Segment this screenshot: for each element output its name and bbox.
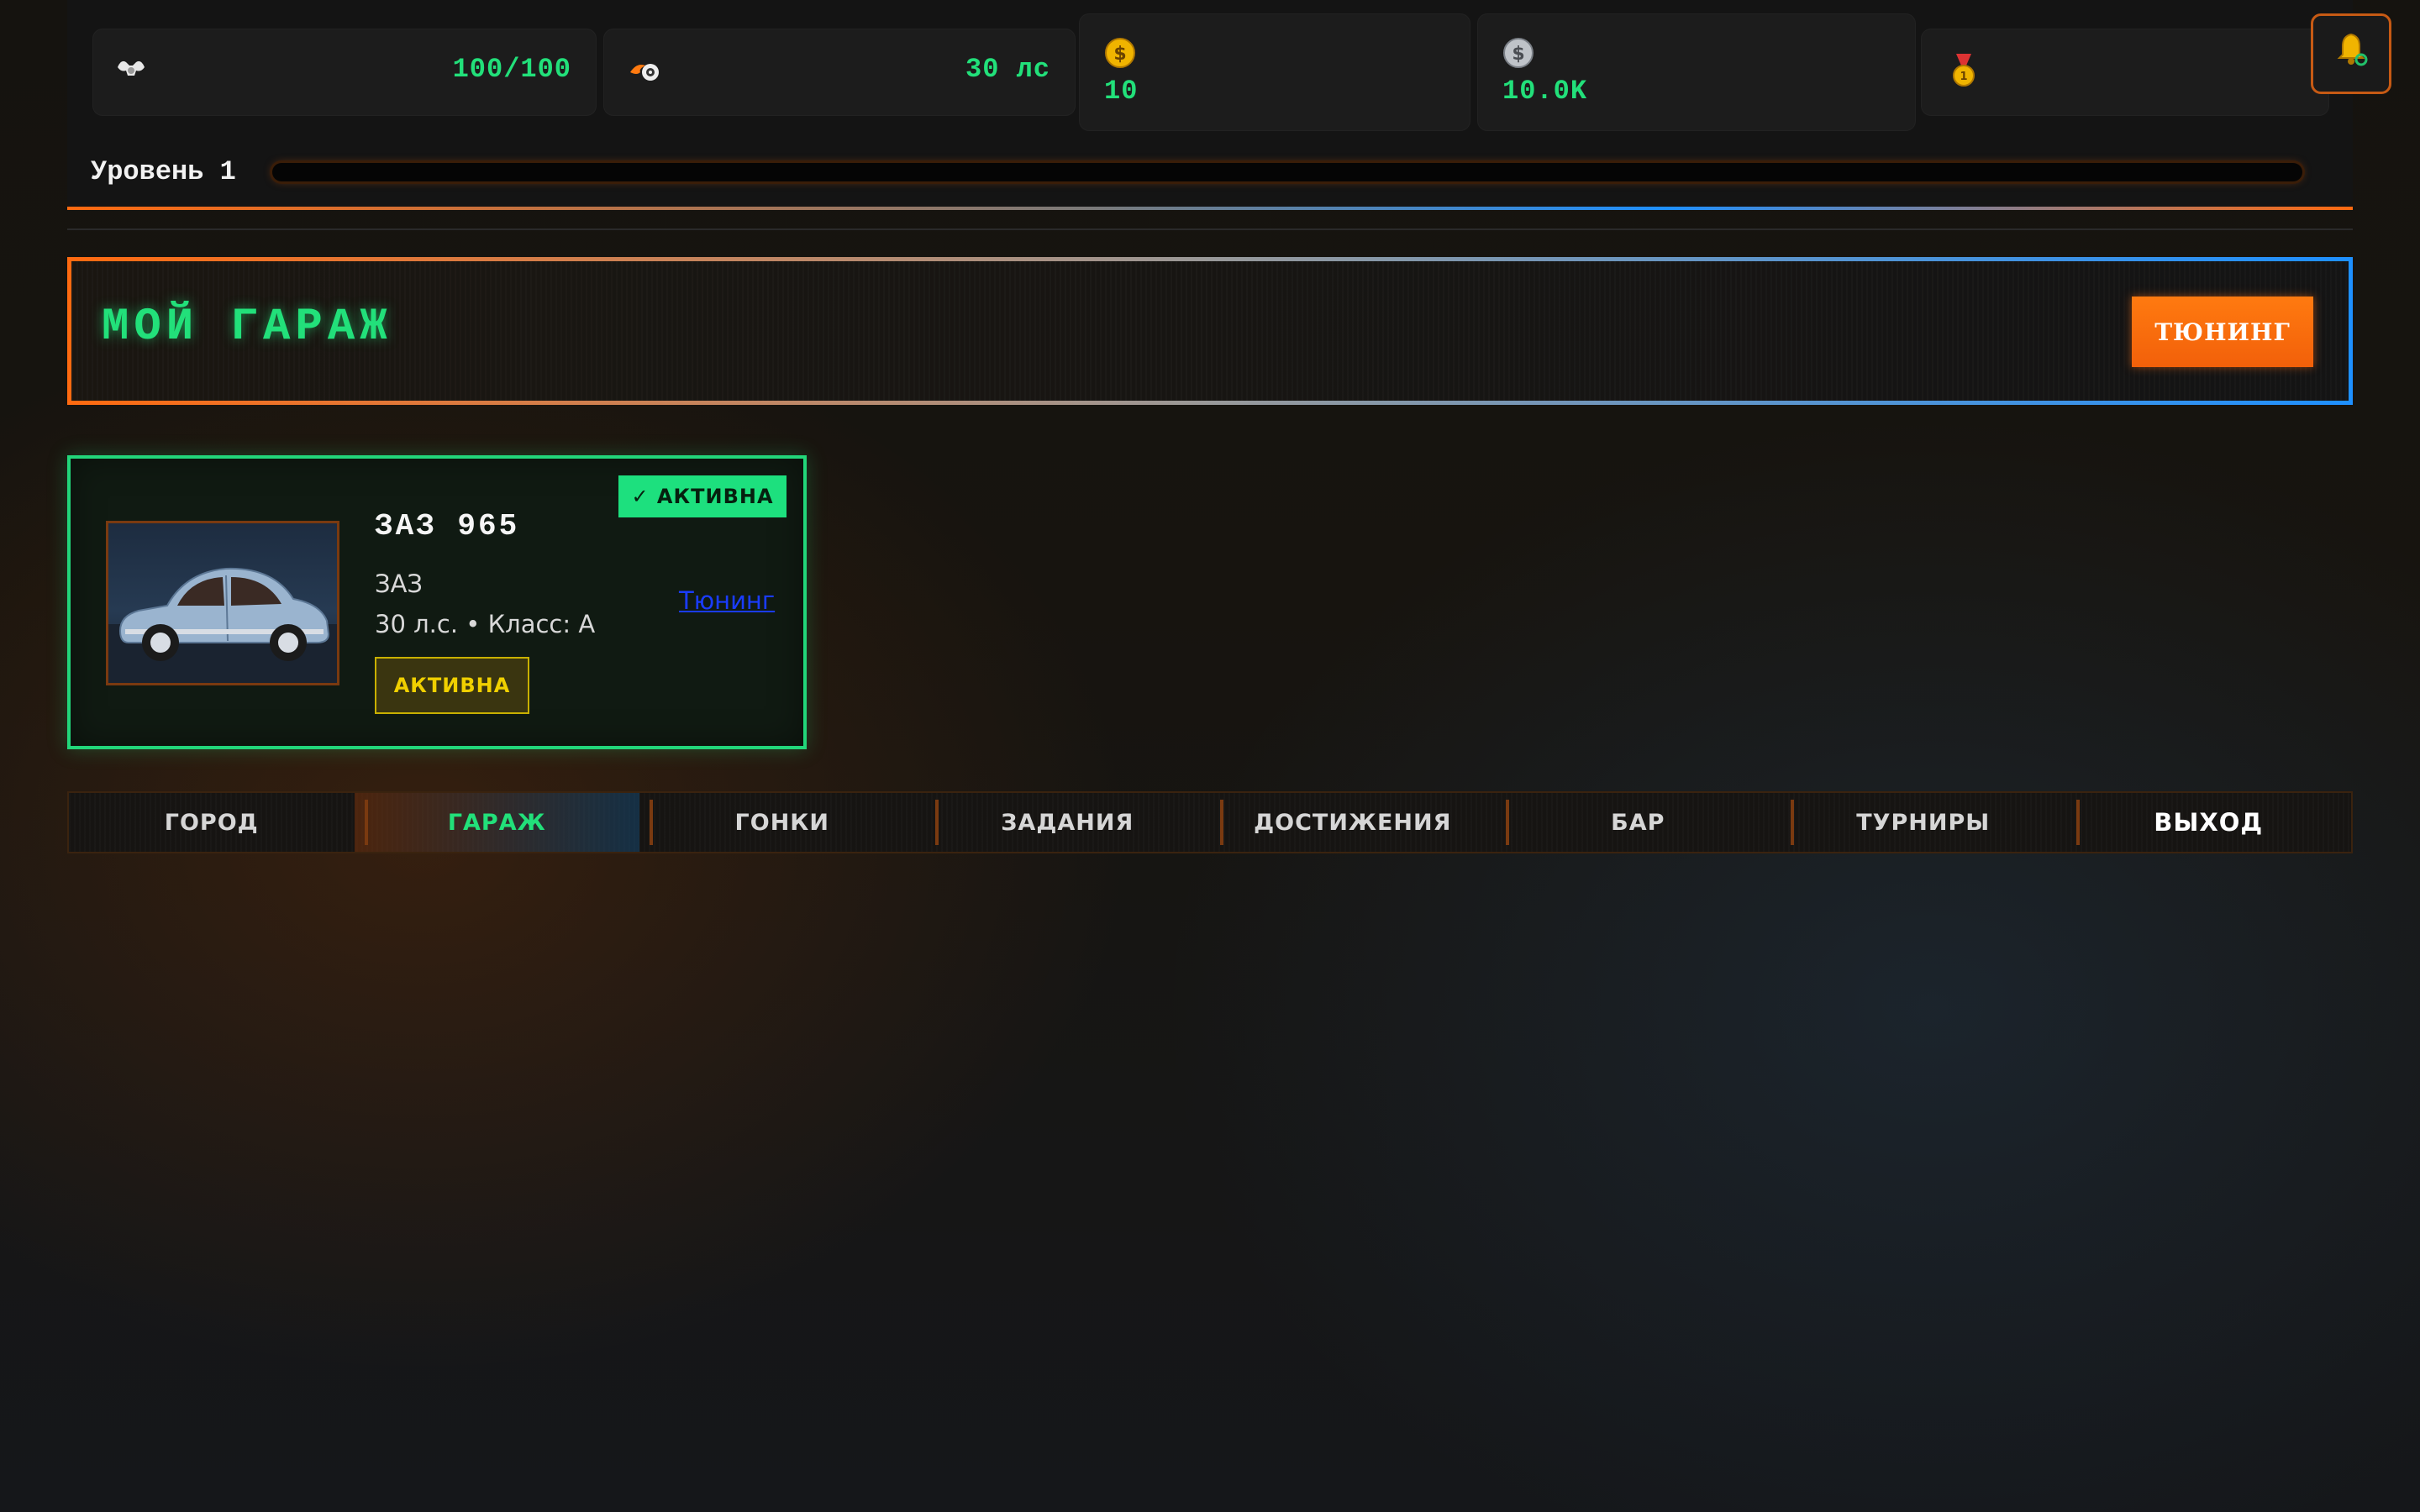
garage-header: МОЙ ГАРАЖ ТЮНИНГ [67, 257, 2353, 405]
medal-icon: 1 [1949, 54, 1978, 97]
power-value: 30 лс [965, 54, 1050, 85]
car-status-button[interactable]: АКТИВНА [375, 657, 529, 714]
gold-stat[interactable]: $ 10 [1079, 13, 1470, 131]
level-label: Уровень 1 [91, 156, 236, 187]
nav-item-tournaments[interactable]: ТУРНИРЫ [1781, 793, 2066, 852]
nav-item-races[interactable]: ГОНКИ [639, 793, 925, 852]
muscle-icon [114, 55, 148, 93]
nav-item-exit[interactable]: ВЫХОД [2066, 793, 2352, 852]
medal-stat[interactable]: 1 [1921, 29, 2329, 116]
energy-stat: 100/100 [92, 29, 597, 116]
bell-icon [2333, 31, 2370, 76]
nav-item-tasks[interactable]: ЗАДАНИЯ [925, 793, 1211, 852]
nav-item-garage[interactable]: ГАРАЖ [354, 793, 639, 852]
svg-text:$: $ [1113, 44, 1126, 65]
silver-stat[interactable]: $ 10.0K [1477, 13, 1916, 131]
gold-coin-icon: $ [1104, 37, 1136, 76]
header-divider [67, 207, 2353, 210]
car-specs: 30 л.с. • Класс: A [375, 610, 596, 638]
tuning-button[interactable]: ТЮНИНГ [2132, 297, 2313, 367]
energy-value: 100/100 [452, 54, 571, 85]
car-brand: ЗАЗ [375, 570, 424, 598]
svg-text:$: $ [1512, 44, 1524, 65]
notifications-button[interactable] [2311, 13, 2391, 94]
flame-wheel-icon [629, 57, 662, 95]
silver-value: 10.0K [1502, 76, 1588, 107]
header-divider-thin [67, 228, 2353, 230]
gold-value: 10 [1104, 76, 1139, 107]
car-name: ЗАЗ 965 [375, 509, 520, 543]
svg-text:1: 1 [1960, 71, 1967, 83]
silver-coin-icon: $ [1502, 37, 1534, 76]
level-progress-bar [272, 163, 2302, 181]
nav-item-city[interactable]: ГОРОД [69, 793, 355, 852]
car-card[interactable]: ✓ АКТИВНА ЗАЗ 965 ЗАЗ 30 л.с. • Класс: A… [67, 455, 807, 749]
nav-item-bar[interactable]: БАР [1496, 793, 1781, 852]
power-stat: 30 лс [603, 29, 1076, 116]
car-image [106, 521, 339, 685]
nav-item-achievements[interactable]: ДОСТИЖЕНИЯ [1210, 793, 1496, 852]
page-title: МОЙ ГАРАЖ [102, 302, 392, 353]
stats-bar: 100/100 30 лс $ 10 $ 10.0K 1 Уровень 1 [67, 0, 2391, 210]
active-badge: ✓ АКТИВНА [618, 475, 786, 517]
main-nav: ГОРОД ГАРАЖ ГОНКИ ЗАДАНИЯ ДОСТИЖЕНИЯ БАР… [67, 791, 2353, 853]
car-tuning-link[interactable]: Тюнинг [679, 586, 775, 615]
